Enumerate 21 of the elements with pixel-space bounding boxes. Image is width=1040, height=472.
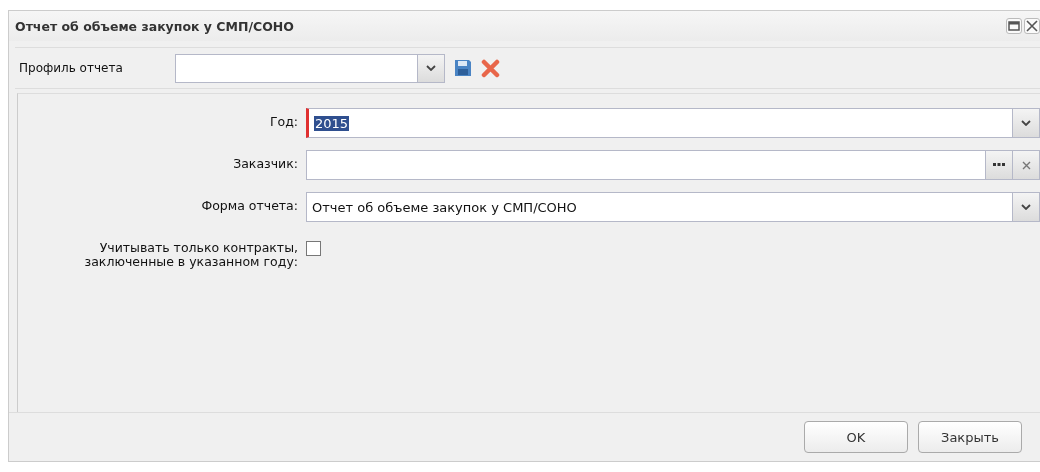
field-label: Заказчик:	[232, 155, 299, 171]
ellipsis-icon[interactable]	[993, 163, 1005, 167]
window-title: Отчет об объеме закупок у СМП/СОНО	[15, 18, 294, 34]
field-label: Форма отчета:	[200, 197, 299, 213]
caret-icon	[426, 65, 436, 71]
ok-button[interactable]: OK	[804, 421, 908, 453]
field-label: Учитывать только контракты, заключенные в указанном году:	[83, 239, 299, 269]
close-button[interactable]	[1024, 18, 1040, 34]
dropdown-field[interactable]: Отчет об объеме закупок у СМП/СОНО	[306, 192, 1040, 222]
save-icon[interactable]	[453, 58, 473, 78]
close-dialog-button[interactable]: Закрыть	[918, 421, 1022, 453]
caret-icon	[1021, 204, 1031, 210]
caret-icon	[1021, 120, 1031, 126]
checkbox[interactable]	[306, 241, 321, 256]
field-label: Год:	[268, 113, 299, 129]
lookup-field[interactable]	[306, 150, 1040, 180]
dropdown-field[interactable]: 2015	[306, 108, 1040, 138]
clear-icon[interactable]	[1021, 160, 1031, 170]
delete-icon[interactable]	[481, 58, 501, 78]
profile-label: Профиль отчета	[19, 61, 124, 75]
maximize-button[interactable]	[1006, 18, 1022, 34]
